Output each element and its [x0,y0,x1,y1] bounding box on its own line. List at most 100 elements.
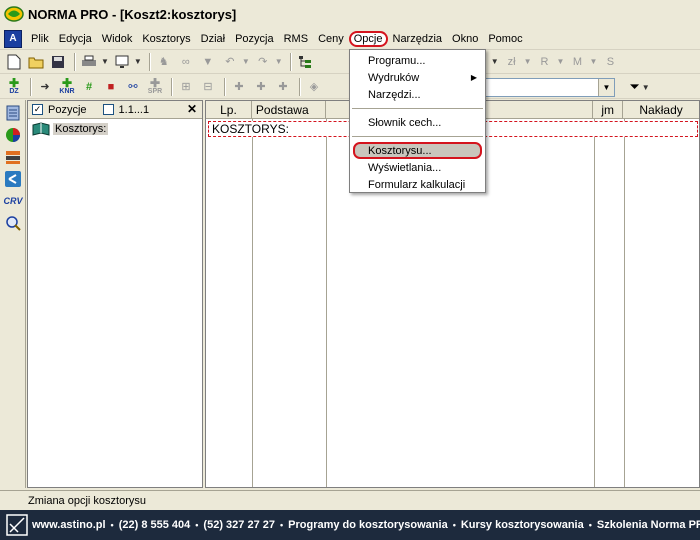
r-icon[interactable]: R [535,52,555,72]
menu-item-label: Programu... [368,54,426,67]
undo-icon[interactable]: ↶ [220,52,240,72]
add-dz-icon[interactable]: ✚ DZ [4,77,24,97]
calendar-icon[interactable] [4,104,22,122]
sitemap-icon[interactable]: ⚯ [123,77,143,97]
currency-icon[interactable]: zł [502,52,522,72]
knr-icon[interactable]: ✚ KNR [57,77,77,97]
find-icon[interactable]: ♞ [154,52,174,72]
menu-item-narzedzi[interactable]: Narzędzi... [350,86,485,103]
grid-line [326,119,327,487]
toolbar-separator [299,77,300,96]
system-menu-icon[interactable]: A [4,29,22,48]
share-icon[interactable] [4,170,22,188]
tree-panel: ✓ Pozycje 1.1...1 ✕ Kosztorys: [27,100,203,488]
pie-chart-icon[interactable] [4,126,22,144]
menu-rms[interactable]: RMS [279,31,313,47]
funnel-icon: ⏷ [629,79,640,94]
tree-collapse-icon[interactable]: ⊟ [198,77,218,97]
footer-website[interactable]: www.astino.pl [32,519,106,531]
close-icon[interactable]: ✕ [185,102,199,116]
footer-separator: • [110,520,114,530]
column-podstawa[interactable]: Podstawa [252,101,326,118]
print-dropdown-icon[interactable]: ▼ [101,57,109,66]
menu-dzial[interactable]: Dział [196,31,230,47]
rms-icon[interactable]: ◈ [304,77,324,97]
print-icon[interactable] [79,52,99,72]
monitor-icon[interactable] [112,52,132,72]
add-calc-icon[interactable]: ✚ [273,77,293,97]
menu-opcje[interactable]: Opcje [348,30,388,47]
menu-ceny[interactable]: Ceny [313,31,349,47]
monitor-dropdown-icon[interactable]: ▼ [134,57,142,66]
redo-icon[interactable]: ↷ [253,52,273,72]
tree-icon[interactable] [295,52,315,72]
glasses-icon[interactable]: ∞ [176,52,196,72]
s-icon[interactable]: S [600,52,620,72]
menu-item-label: Formularz kalkulacji [368,178,466,191]
add-item-icon[interactable]: ✚ [229,77,249,97]
layers-icon[interactable] [4,148,22,166]
column-lp[interactable]: Lp. [206,101,252,118]
table-dropdown-icon[interactable]: ▼ [491,57,499,66]
tree-item-label: Kosztorys: [53,123,109,135]
currency-dropdown-icon[interactable]: ▼ [524,57,532,66]
redo-dropdown-icon[interactable]: ▼ [275,57,283,66]
filter-icon[interactable]: ▼ [198,52,218,72]
menu-item-wydrukow[interactable]: Wydruków ▶ [350,69,485,86]
tree-item-root[interactable]: Kosztorys: [28,121,202,137]
menu-item-label: Słownik cech... [368,116,442,129]
menu-widok[interactable]: Widok [97,31,138,47]
menu-kosztorys[interactable]: Kosztorys [137,31,195,47]
footer-separator: • [588,520,592,530]
pozycje-checkbox[interactable]: ✓ [32,104,43,115]
add-sub-icon[interactable]: ✚ [251,77,271,97]
truck-icon[interactable]: ■ [101,77,121,97]
dz-label: DZ [9,88,19,95]
hash-icon[interactable]: # [79,77,99,97]
footer-phone-1: (22) 8 555 404 [118,519,191,531]
footer-phone-2: (52) 327 27 27 [203,519,275,531]
menu-item-programu[interactable]: Programu... [350,52,485,69]
toolbar-separator [224,77,225,96]
undo-dropdown-icon[interactable]: ▼ [242,57,250,66]
window-title: NORMA PRO - [Koszt2:kosztorys] [28,6,237,22]
menu-plik[interactable]: Plik [26,31,54,47]
menu-narzedzia[interactable]: Narzędzia [388,31,448,47]
m-dropdown-icon[interactable]: ▼ [589,57,597,66]
range-checkbox[interactable] [102,104,114,115]
search-combo[interactable]: ▼ [485,78,615,97]
chevron-down-icon[interactable]: ▼ [598,79,614,96]
new-document-icon[interactable] [4,52,24,72]
save-icon[interactable] [48,52,68,72]
m-icon[interactable]: M [567,52,587,72]
crv-icon[interactable]: CRV [4,192,23,210]
spr-icon[interactable]: ✚ SPR [145,77,165,97]
menu-pomoc[interactable]: Pomoc [483,31,527,47]
menu-pozycja[interactable]: Pozycja [230,31,279,47]
status-bar: Zmiana opcji kosztorysu [0,490,700,510]
zoom-icon[interactable] [4,214,22,232]
menu-item-label: Narzędzi... [368,88,421,101]
footer-training: Szkolenia Norma PRO [596,519,700,531]
menu-item-formularz-kalkulacji[interactable]: Formularz kalkulacji [350,176,485,193]
column-naklady[interactable]: Nakłady [623,101,699,118]
menu-edycja[interactable]: Edycja [54,31,97,47]
toolbar-separator [289,52,291,71]
menu-item-wyswietlania[interactable]: Wyświetlania... [350,159,485,176]
grid-line [594,119,595,487]
menu-separator [352,136,483,137]
tree-expand-icon[interactable]: ⊞ [176,77,196,97]
title-bar: NORMA PRO - [Koszt2:kosztorys] [0,0,700,28]
goto-icon[interactable]: ➜ [35,77,55,97]
column-jm[interactable]: jm [593,101,624,118]
open-folder-icon[interactable] [26,52,46,72]
menu-item-label: Kosztorysu... [368,144,432,157]
menu-okno[interactable]: Okno [447,31,483,47]
grid-line [624,119,625,487]
r-dropdown-icon[interactable]: ▼ [557,57,565,66]
chevron-down-icon: ▼ [641,82,650,92]
menu-item-kosztorysu[interactable]: Kosztorysu... [353,142,482,159]
knr-label: KNR [59,88,75,95]
menu-item-slownik-cech[interactable]: Słownik cech... [350,114,485,131]
funnel-filter-button[interactable]: ⏷ ▼ [625,77,657,97]
